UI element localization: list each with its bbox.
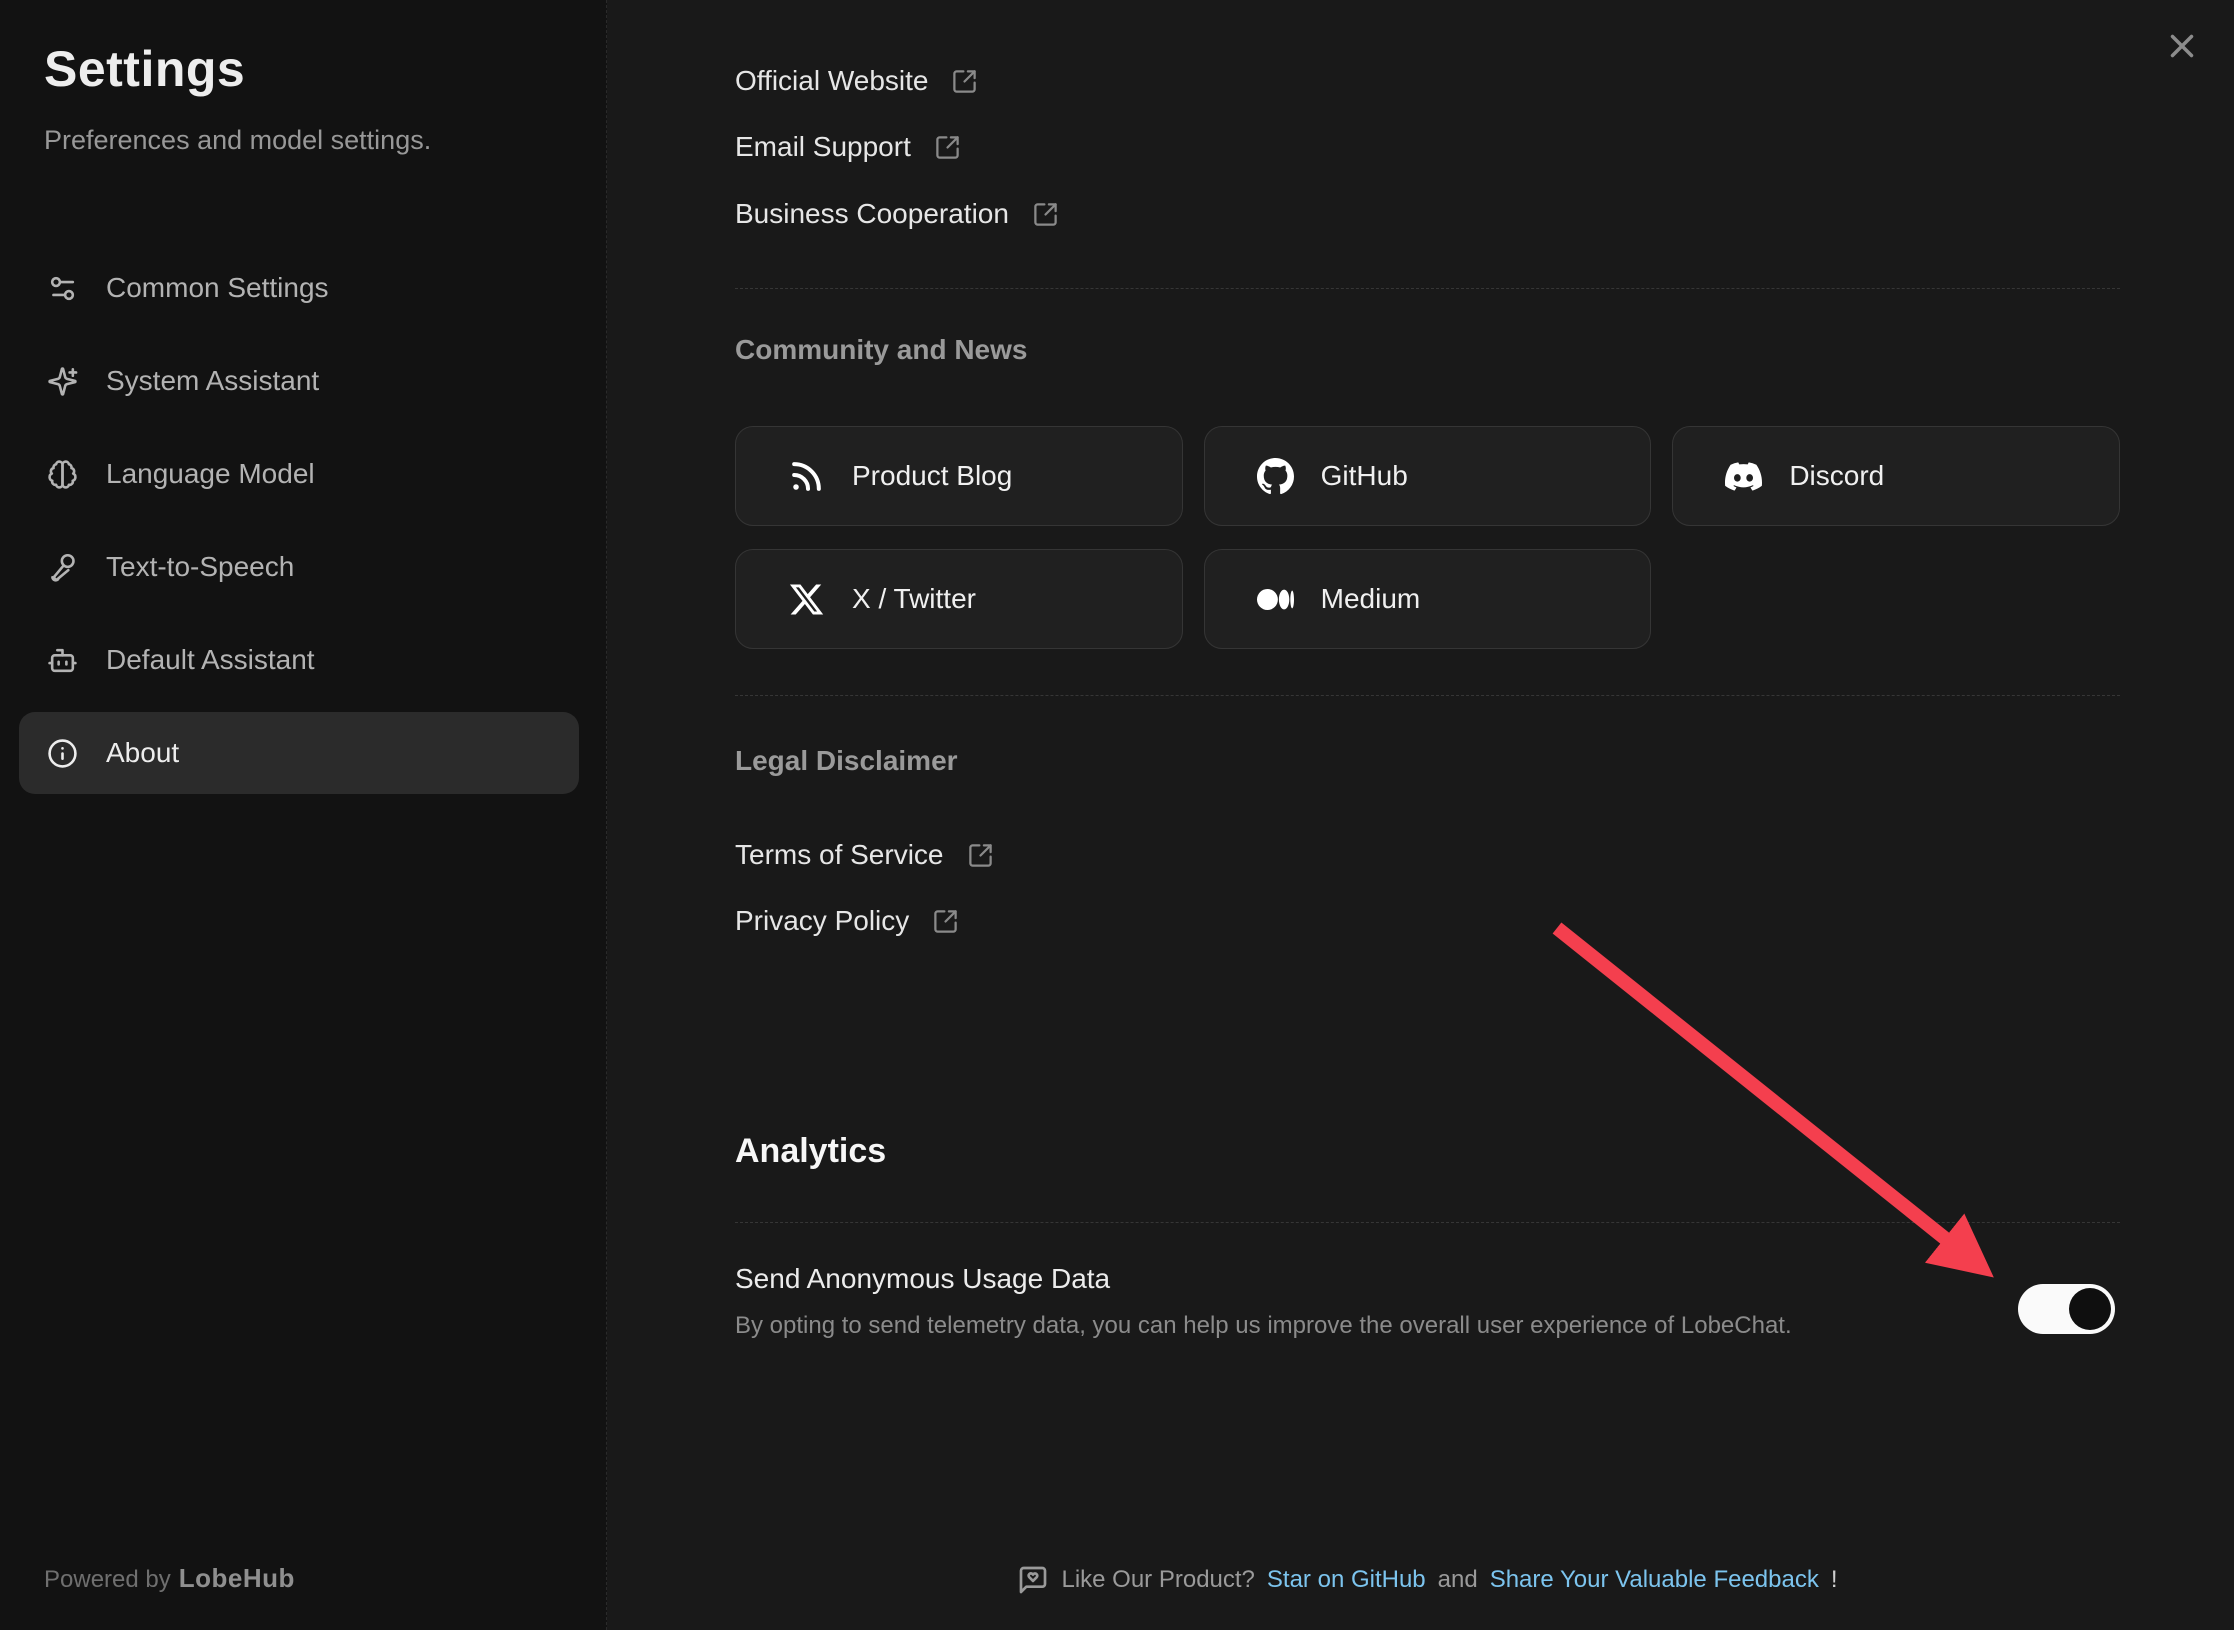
usage-data-toggle[interactable] [2018, 1284, 2115, 1334]
section-divider [735, 288, 2120, 289]
settings-nav: Common Settings System Assistant Languag… [19, 247, 579, 794]
usage-data-description: By opting to send telemetry data, you ca… [735, 1310, 1792, 1342]
github-icon [1257, 458, 1294, 495]
settings-sidebar: Settings Preferences and model settings.… [0, 0, 607, 1630]
contact-us-heading: Contact Us [735, 0, 883, 1]
link-label: Terms of Service [735, 839, 944, 871]
message-square-heart-icon [1017, 1564, 1049, 1596]
legal-heading: Legal Disclaimer [735, 745, 958, 777]
footer-text: and [1438, 1566, 1478, 1594]
external-link-icon [1032, 201, 1059, 228]
close-icon [2163, 27, 2201, 65]
feedback-footer: Like Our Product? Star on GitHub and Sha… [735, 1562, 2120, 1598]
section-divider [735, 1222, 2120, 1223]
external-link-icon [951, 68, 978, 95]
button-label: X / Twitter [852, 583, 976, 615]
community-heading: Community and News [735, 334, 1027, 366]
link-label: Email Support [735, 131, 911, 163]
discord-icon [1725, 458, 1762, 495]
page-title: Settings [44, 40, 245, 98]
sidebar-item-label: System Assistant [106, 365, 319, 397]
link-label: Privacy Policy [735, 905, 909, 937]
external-link-icon [967, 842, 994, 869]
button-label: Medium [1321, 583, 1421, 615]
usage-data-label: Send Anonymous Usage Data [735, 1259, 1110, 1299]
github-button[interactable]: GitHub [1204, 426, 1652, 526]
sidebar-item-label: Text-to-Speech [106, 551, 294, 583]
sidebar-item-text-to-speech[interactable]: Text-to-Speech [19, 526, 579, 608]
share-feedback-link[interactable]: Share Your Valuable Feedback [1490, 1566, 1819, 1594]
link-label: Business Cooperation [735, 198, 1009, 230]
sidebar-item-language-model[interactable]: Language Model [19, 433, 579, 515]
sidebar-item-about[interactable]: About [19, 712, 579, 794]
sidebar-item-label: Default Assistant [106, 644, 315, 676]
sidebar-item-label: Common Settings [106, 272, 329, 304]
sidebar-item-default-assistant[interactable]: Default Assistant [19, 619, 579, 701]
star-on-github-link[interactable]: Star on GitHub [1267, 1566, 1426, 1594]
rss-icon [788, 458, 825, 495]
sidebar-item-label: Language Model [106, 458, 315, 490]
info-icon [47, 738, 78, 769]
external-link-icon [934, 134, 961, 161]
powered-by: Powered by LobeHub [44, 1563, 295, 1594]
lobehub-logo[interactable]: LobeHub [179, 1563, 295, 1593]
discord-button[interactable]: Discord [1672, 426, 2120, 526]
powered-by-text: Powered by [44, 1566, 171, 1593]
x-twitter-icon [788, 581, 825, 618]
email-support-link[interactable]: Email Support [735, 127, 961, 167]
button-label: GitHub [1321, 460, 1408, 492]
toggle-knob [2069, 1288, 2111, 1330]
footer-text: Like Our Product? [1061, 1566, 1254, 1594]
footer-text: ! [1831, 1566, 1838, 1594]
link-label: Official Website [735, 65, 928, 97]
button-label: Product Blog [852, 460, 1012, 492]
button-label: Discord [1789, 460, 1884, 492]
product-blog-button[interactable]: Product Blog [735, 426, 1183, 526]
terms-of-service-link[interactable]: Terms of Service [735, 835, 994, 875]
section-divider [735, 695, 2120, 696]
sidebar-item-common-settings[interactable]: Common Settings [19, 247, 579, 329]
community-buttons: Product Blog GitHub Discord X / Twitter … [735, 426, 2120, 649]
brain-icon [47, 459, 78, 490]
sparkles-icon [47, 366, 78, 397]
business-cooperation-link[interactable]: Business Cooperation [735, 194, 1059, 234]
microphone-icon [47, 552, 78, 583]
privacy-policy-link[interactable]: Privacy Policy [735, 901, 959, 941]
sidebar-item-system-assistant[interactable]: System Assistant [19, 340, 579, 422]
close-button[interactable] [2160, 24, 2204, 68]
medium-icon [1257, 581, 1294, 618]
page-subtitle: Preferences and model settings. [44, 125, 431, 156]
medium-button[interactable]: Medium [1204, 549, 1652, 649]
x-twitter-button[interactable]: X / Twitter [735, 549, 1183, 649]
external-link-icon [932, 908, 959, 935]
sliders-icon [47, 273, 78, 304]
bot-icon [47, 645, 78, 676]
sidebar-item-label: About [106, 737, 179, 769]
analytics-heading: Analytics [735, 1132, 886, 1171]
about-settings-panel: Contact Us Official Website Email Suppor… [735, 0, 2120, 1630]
official-website-link[interactable]: Official Website [735, 61, 978, 101]
